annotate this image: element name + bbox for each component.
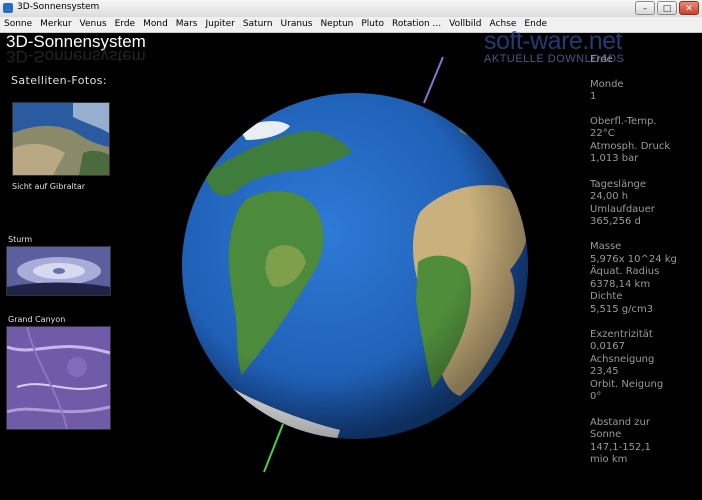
distance-value-1: 147,1-152,1 — [590, 442, 651, 453]
moons-label: Monde — [590, 79, 624, 90]
globe-shading — [182, 93, 528, 439]
rotation-axis-south — [263, 423, 284, 473]
day-value: 24,00 h — [590, 191, 629, 202]
distance-value-2: mio km — [590, 454, 628, 465]
tilt-value: 23,45 — [590, 366, 619, 377]
photo-caption-storm: Sturm — [8, 235, 33, 244]
orbit-label: Umlaufdauer — [590, 204, 655, 215]
rotation-axis-north — [423, 56, 444, 104]
photo-caption-gibraltar: Sicht auf Gibraltar — [12, 182, 86, 191]
orbit-value: 365,256 d — [590, 216, 641, 227]
day-label: Tageslänge — [590, 179, 647, 190]
mass-label: Masse — [590, 241, 622, 252]
radius-value: 6378,14 km — [590, 279, 651, 290]
satellite-photo-storm[interactable] — [6, 246, 111, 296]
eccentricity-label: Exzentrizität — [590, 329, 653, 340]
density-value: 5,515 g/cm3 — [590, 304, 654, 315]
satellite-photo-grand-canyon[interactable] — [6, 326, 111, 430]
temp-value: 22°C — [590, 128, 615, 139]
inclination-label: Orbit. Neigung — [590, 379, 664, 390]
pressure-label: Atmosph. Druck — [590, 141, 671, 152]
distance-label-2: Sonne — [590, 429, 622, 440]
moons-value: 1 — [590, 91, 597, 102]
radius-label: Äquat. Radius — [590, 266, 660, 277]
distance-label-1: Abstand zur — [590, 417, 651, 428]
mass-value: 5,976x 10^24 kg — [590, 254, 677, 265]
planet-name: Erde — [590, 54, 613, 65]
pressure-value: 1,013 bar — [590, 153, 639, 164]
app-window: 3D-Sonnensystem – □ ✕ Sonne Merkur Venus… — [0, 0, 702, 500]
tilt-label: Achsneigung — [590, 354, 655, 365]
satellite-photos-heading: Satelliten-Fotos: — [11, 74, 107, 87]
eccentricity-value: 0,0167 — [590, 341, 625, 352]
inclination-value: 0° — [590, 391, 602, 402]
satellite-photo-gibraltar[interactable] — [12, 102, 110, 176]
density-label: Dichte — [590, 291, 623, 302]
photo-caption-grand-canyon: Grand Canyon — [8, 315, 66, 324]
temp-label: Oberfl.-Temp. — [590, 116, 657, 127]
